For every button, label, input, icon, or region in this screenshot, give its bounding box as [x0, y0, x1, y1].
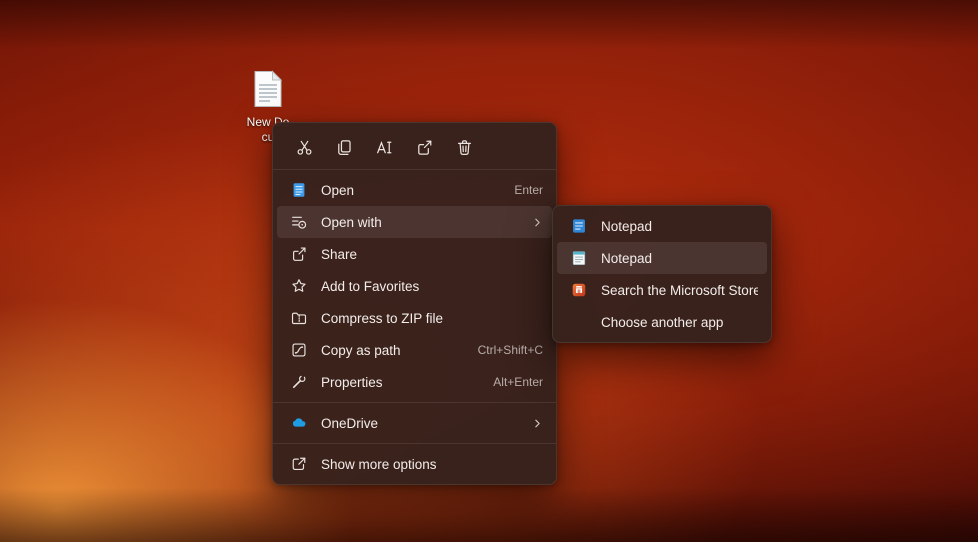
submenu-item-choose-another-app[interactable]: Choose another app [557, 306, 767, 338]
cut-icon [295, 138, 314, 157]
menu-item-shortcut: Alt+Enter [493, 375, 543, 389]
submenu-item-label: Search the Microsoft Store [601, 283, 758, 298]
menu-item-copy-as-path[interactable]: Copy as path Ctrl+Shift+C [277, 334, 552, 366]
submenu-item-notepad-app[interactable]: Notepad [557, 210, 767, 242]
menu-item-add-to-favorites[interactable]: Add to Favorites [277, 270, 552, 302]
submenu-item-notepad-classic[interactable]: Notepad [557, 242, 767, 274]
menu-separator [273, 402, 556, 403]
open-with-icon [289, 213, 308, 232]
menu-item-shortcut: Enter [514, 183, 543, 197]
quick-actions-bar [277, 127, 552, 169]
show-more-options-icon [289, 455, 308, 474]
menu-item-properties[interactable]: Properties Alt+Enter [277, 366, 552, 398]
menu-separator [273, 443, 556, 444]
open-with-submenu: Notepad Notepad [552, 205, 772, 343]
submenu-item-label: Notepad [601, 251, 758, 266]
menu-item-compress-to-zip[interactable]: Compress to ZIP file [277, 302, 552, 334]
star-icon [289, 277, 308, 296]
desktop-screen: New Docu [0, 0, 978, 542]
menu-item-shortcut: Ctrl+Shift+C [478, 343, 543, 357]
zip-folder-icon [289, 309, 308, 328]
microsoft-store-icon [569, 281, 588, 300]
menu-item-label: Share [321, 247, 543, 262]
chevron-right-icon [532, 217, 543, 228]
menu-item-label: Compress to ZIP file [321, 311, 543, 326]
cut-button[interactable] [287, 132, 321, 162]
rename-icon [375, 138, 394, 157]
submenu-item-label: Choose another app [601, 315, 758, 330]
menu-item-label: Show more options [321, 457, 543, 472]
submenu-item-label: Notepad [601, 219, 758, 234]
properties-icon [289, 373, 308, 392]
rename-button[interactable] [367, 132, 401, 162]
context-menu: Open Enter Open with Share [272, 122, 557, 485]
notepad-app-icon [569, 217, 588, 236]
menu-item-label: Properties [321, 375, 483, 390]
menu-item-share[interactable]: Share [277, 238, 552, 270]
menu-item-show-more-options[interactable]: Show more options [277, 448, 552, 480]
menu-item-open[interactable]: Open Enter [277, 174, 552, 206]
notepad-classic-icon [569, 249, 588, 268]
copy-button[interactable] [327, 132, 361, 162]
menu-item-onedrive[interactable]: OneDrive [277, 407, 552, 439]
share-icon [415, 138, 434, 157]
copy-path-icon [289, 341, 308, 360]
menu-item-label: Add to Favorites [321, 279, 543, 294]
menu-item-label: Copy as path [321, 343, 468, 358]
menu-item-label: Open with [321, 215, 522, 230]
menu-item-open-with[interactable]: Open with [277, 206, 552, 238]
share-icon [289, 245, 308, 264]
open-document-icon [289, 181, 308, 200]
share-button[interactable] [407, 132, 441, 162]
delete-button[interactable] [447, 132, 481, 162]
text-document-icon [252, 70, 284, 108]
delete-icon [455, 138, 474, 157]
onedrive-icon [289, 414, 308, 433]
icon-placeholder [569, 313, 588, 332]
submenu-item-search-microsoft-store[interactable]: Search the Microsoft Store [557, 274, 767, 306]
menu-item-label: OneDrive [321, 416, 522, 431]
copy-icon [335, 138, 354, 157]
chevron-right-icon [532, 418, 543, 429]
menu-item-label: Open [321, 183, 504, 198]
